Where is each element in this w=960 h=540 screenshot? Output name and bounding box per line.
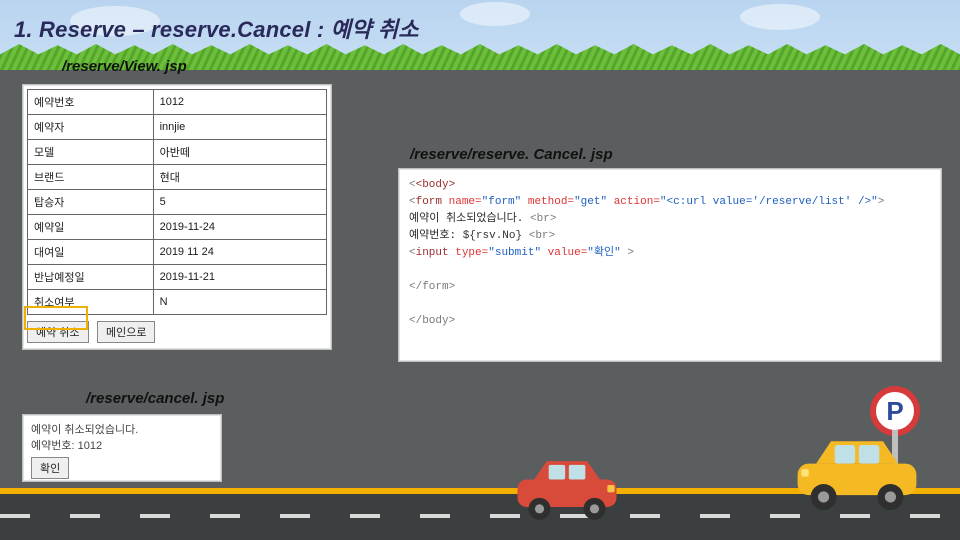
code-line	[409, 296, 931, 313]
code-panel: <<body> <form name="form" method="get" a…	[398, 168, 942, 362]
back-to-main-button[interactable]: 메인으로	[97, 321, 155, 343]
code-expression: ${rsv.No}	[463, 230, 522, 242]
table-row: 모델아반떼	[28, 140, 327, 165]
slide-title: 1. Reserve – reserve.Cancel : 예약 취소	[14, 12, 419, 44]
view-panel: 예약번호1012 예약자innjie 모델아반떼 브랜드현대 탑승자5 예약일2…	[22, 84, 332, 350]
cloud-icon	[460, 2, 530, 26]
table-row: 예약일2019-11-24	[28, 215, 327, 240]
code-val: "submit"	[488, 247, 541, 259]
field-value: 5	[153, 190, 326, 215]
field-label: 예약자	[28, 115, 154, 140]
field-value: 아반떼	[153, 140, 326, 165]
code-line: <input type="submit" value="확인" >	[409, 245, 931, 262]
code-line: 예약이 취소되었습니다. <br>	[409, 211, 931, 228]
field-value: innjie	[153, 115, 326, 140]
code-attr: type=	[455, 247, 488, 259]
code-attr: value=	[548, 247, 588, 259]
field-label: 반납예정일	[28, 265, 154, 290]
cloud-icon	[740, 4, 820, 30]
cancel-result-panel: 예약이 취소되었습니다. 예약번호: 1012 확인	[22, 414, 222, 482]
field-value: 2019 11 24	[153, 240, 326, 265]
slide-title-prefix: 1. Reserve –	[14, 17, 151, 42]
code-line: <<body>	[409, 177, 931, 194]
field-value: 1012	[153, 90, 326, 115]
field-label: 브랜드	[28, 165, 154, 190]
caption-reservecancel-jsp: /reserve/reserve. Cancel. jsp	[410, 146, 613, 163]
slide-title-main: reserve.Cancel : 예약 취소	[151, 17, 419, 42]
code-val: "확인"	[587, 247, 620, 259]
cancel-reservation-button[interactable]: 예약 취소	[27, 321, 89, 343]
field-label: 모델	[28, 140, 154, 165]
code-br: <br>	[529, 230, 555, 242]
table-row: 취소여부N	[28, 290, 327, 315]
confirm-button[interactable]: 확인	[31, 457, 69, 479]
field-label: 대여일	[28, 240, 154, 265]
field-value: 현대	[153, 165, 326, 190]
field-value: 2019-11-24	[153, 215, 326, 240]
code-line	[409, 262, 931, 279]
code-attr: name=	[449, 196, 482, 208]
code-text: 예약이 취소되었습니다.	[409, 213, 523, 225]
code-attr: action=	[614, 196, 660, 208]
code-val: "get"	[574, 196, 607, 208]
caption-view-jsp: /reserve/View. jsp	[62, 58, 187, 75]
field-label: 예약일	[28, 215, 154, 240]
code-line: </form>	[409, 279, 931, 296]
code-line: 예약번호: ${rsv.No} <br>	[409, 228, 931, 245]
code-val: "<c:url value='/reserve/list' />"	[660, 196, 878, 208]
code-tag: input	[416, 247, 449, 259]
cancel-resv-line: 예약번호: 1012	[31, 437, 213, 453]
field-value: N	[153, 290, 326, 315]
code-attr: method=	[528, 196, 574, 208]
parking-sign-icon: P	[870, 386, 920, 436]
cancel-resv-label: 예약번호:	[31, 440, 78, 452]
car-yellow-icon	[792, 432, 922, 516]
field-label: 취소여부	[28, 290, 154, 315]
code-line: <form name="form" method="get" action="<…	[409, 194, 931, 211]
table-row: 브랜드현대	[28, 165, 327, 190]
code-br: <br>	[530, 213, 556, 225]
car-red-icon	[512, 452, 622, 525]
field-label: 탑승자	[28, 190, 154, 215]
field-label: 예약번호	[28, 90, 154, 115]
cancel-message: 예약이 취소되었습니다.	[31, 421, 213, 437]
code-val: "form"	[482, 196, 522, 208]
table-row: 예약자innjie	[28, 115, 327, 140]
code-tag: form	[416, 196, 442, 208]
caption-cancel-jsp: /reserve/cancel. jsp	[86, 390, 224, 407]
cancel-resv-value: 1012	[78, 440, 102, 452]
table-row: 반납예정일2019-11-21	[28, 265, 327, 290]
reservation-detail-table: 예약번호1012 예약자innjie 모델아반떼 브랜드현대 탑승자5 예약일2…	[27, 89, 327, 315]
table-row: 예약번호1012	[28, 90, 327, 115]
table-row: 탑승자5	[28, 190, 327, 215]
parking-letter: P	[870, 386, 920, 436]
field-value: 2019-11-21	[153, 265, 326, 290]
code-line: </body>	[409, 313, 931, 330]
table-row: 대여일2019 11 24	[28, 240, 327, 265]
code-text: 예약번호:	[409, 230, 463, 242]
